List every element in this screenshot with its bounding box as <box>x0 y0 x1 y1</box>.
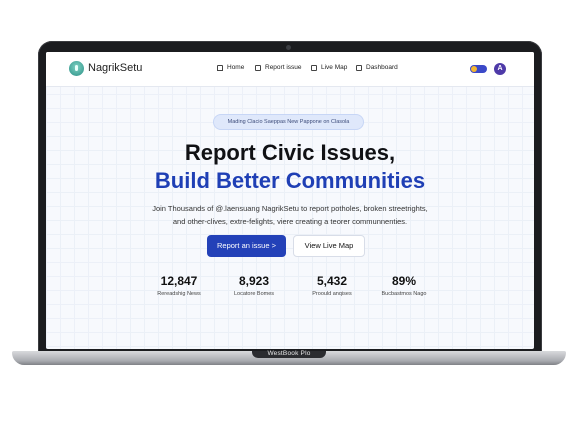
laptop-screen: NagrikSetu Home Report issue Live Map Da… <box>46 52 534 349</box>
stat-value: 8,923 <box>238 274 270 288</box>
nav-dashboard[interactable]: Dashboard <box>356 64 398 71</box>
stat-label: Locatore Bomes <box>233 291 275 297</box>
stat-item: 5,432 Proould anqises <box>297 274 367 297</box>
laptop-lid: NagrikSetu Home Report issue Live Map Da… <box>38 41 542 355</box>
report-issue-button[interactable]: Report an issue > <box>207 235 286 257</box>
nav-report-issue[interactable]: Report issue <box>255 64 302 71</box>
mic-logo-icon <box>69 61 84 76</box>
hero-subtitle-line2: and other-clives, extre-felights, viere … <box>172 217 408 226</box>
theme-toggle[interactable] <box>470 65 487 73</box>
nav-home[interactable]: Home <box>217 64 244 71</box>
hero-subtitle-line1: Join Thousands of @.laensuang NagrikSetu… <box>152 204 428 213</box>
stat-label: Proould anqises <box>312 291 352 297</box>
view-live-map-button[interactable]: View Live Map <box>293 235 365 257</box>
stat-item: 12,847 Rereadshig News <box>144 274 214 297</box>
stat-item: 8,923 Locatore Bomes <box>219 274 289 297</box>
stat-label: Bucbastmos Nago <box>381 291 427 297</box>
nav-dashboard-label: Dashboard <box>366 64 398 71</box>
home-icon <box>217 64 223 71</box>
top-nav: NagrikSetu Home Report issue Live Map Da… <box>46 52 534 87</box>
stat-value: 12,847 <box>160 274 198 288</box>
stat-label: Rereadshig News <box>157 291 201 297</box>
avatar[interactable]: A <box>494 63 506 75</box>
stat-item: 89% Bucbastmos Nago <box>369 274 439 297</box>
stat-value: 89% <box>391 274 417 288</box>
hero-title-line2: Build Better Communities <box>154 168 426 193</box>
stat-value: 5,432 <box>316 274 348 288</box>
document-icon <box>255 64 261 71</box>
laptop-base: WestBook Plo <box>12 350 566 365</box>
nav-report-label: Report issue <box>265 64 302 71</box>
nav-home-label: Home <box>227 64 245 71</box>
announcement-banner[interactable]: Mading Clacio Saeppas New Pappone on Cla… <box>213 114 364 130</box>
nav-live-map-label: Live Map <box>321 64 348 71</box>
dashboard-icon <box>356 64 362 71</box>
hero-title-line1: Report Civic Issues, <box>184 140 396 165</box>
map-icon <box>311 64 317 71</box>
nav-live-map[interactable]: Live Map <box>311 64 347 71</box>
camera-icon <box>286 45 291 50</box>
brand-name[interactable]: NagrikSetu <box>88 62 142 74</box>
device-label: WestBook Plo <box>267 350 311 357</box>
